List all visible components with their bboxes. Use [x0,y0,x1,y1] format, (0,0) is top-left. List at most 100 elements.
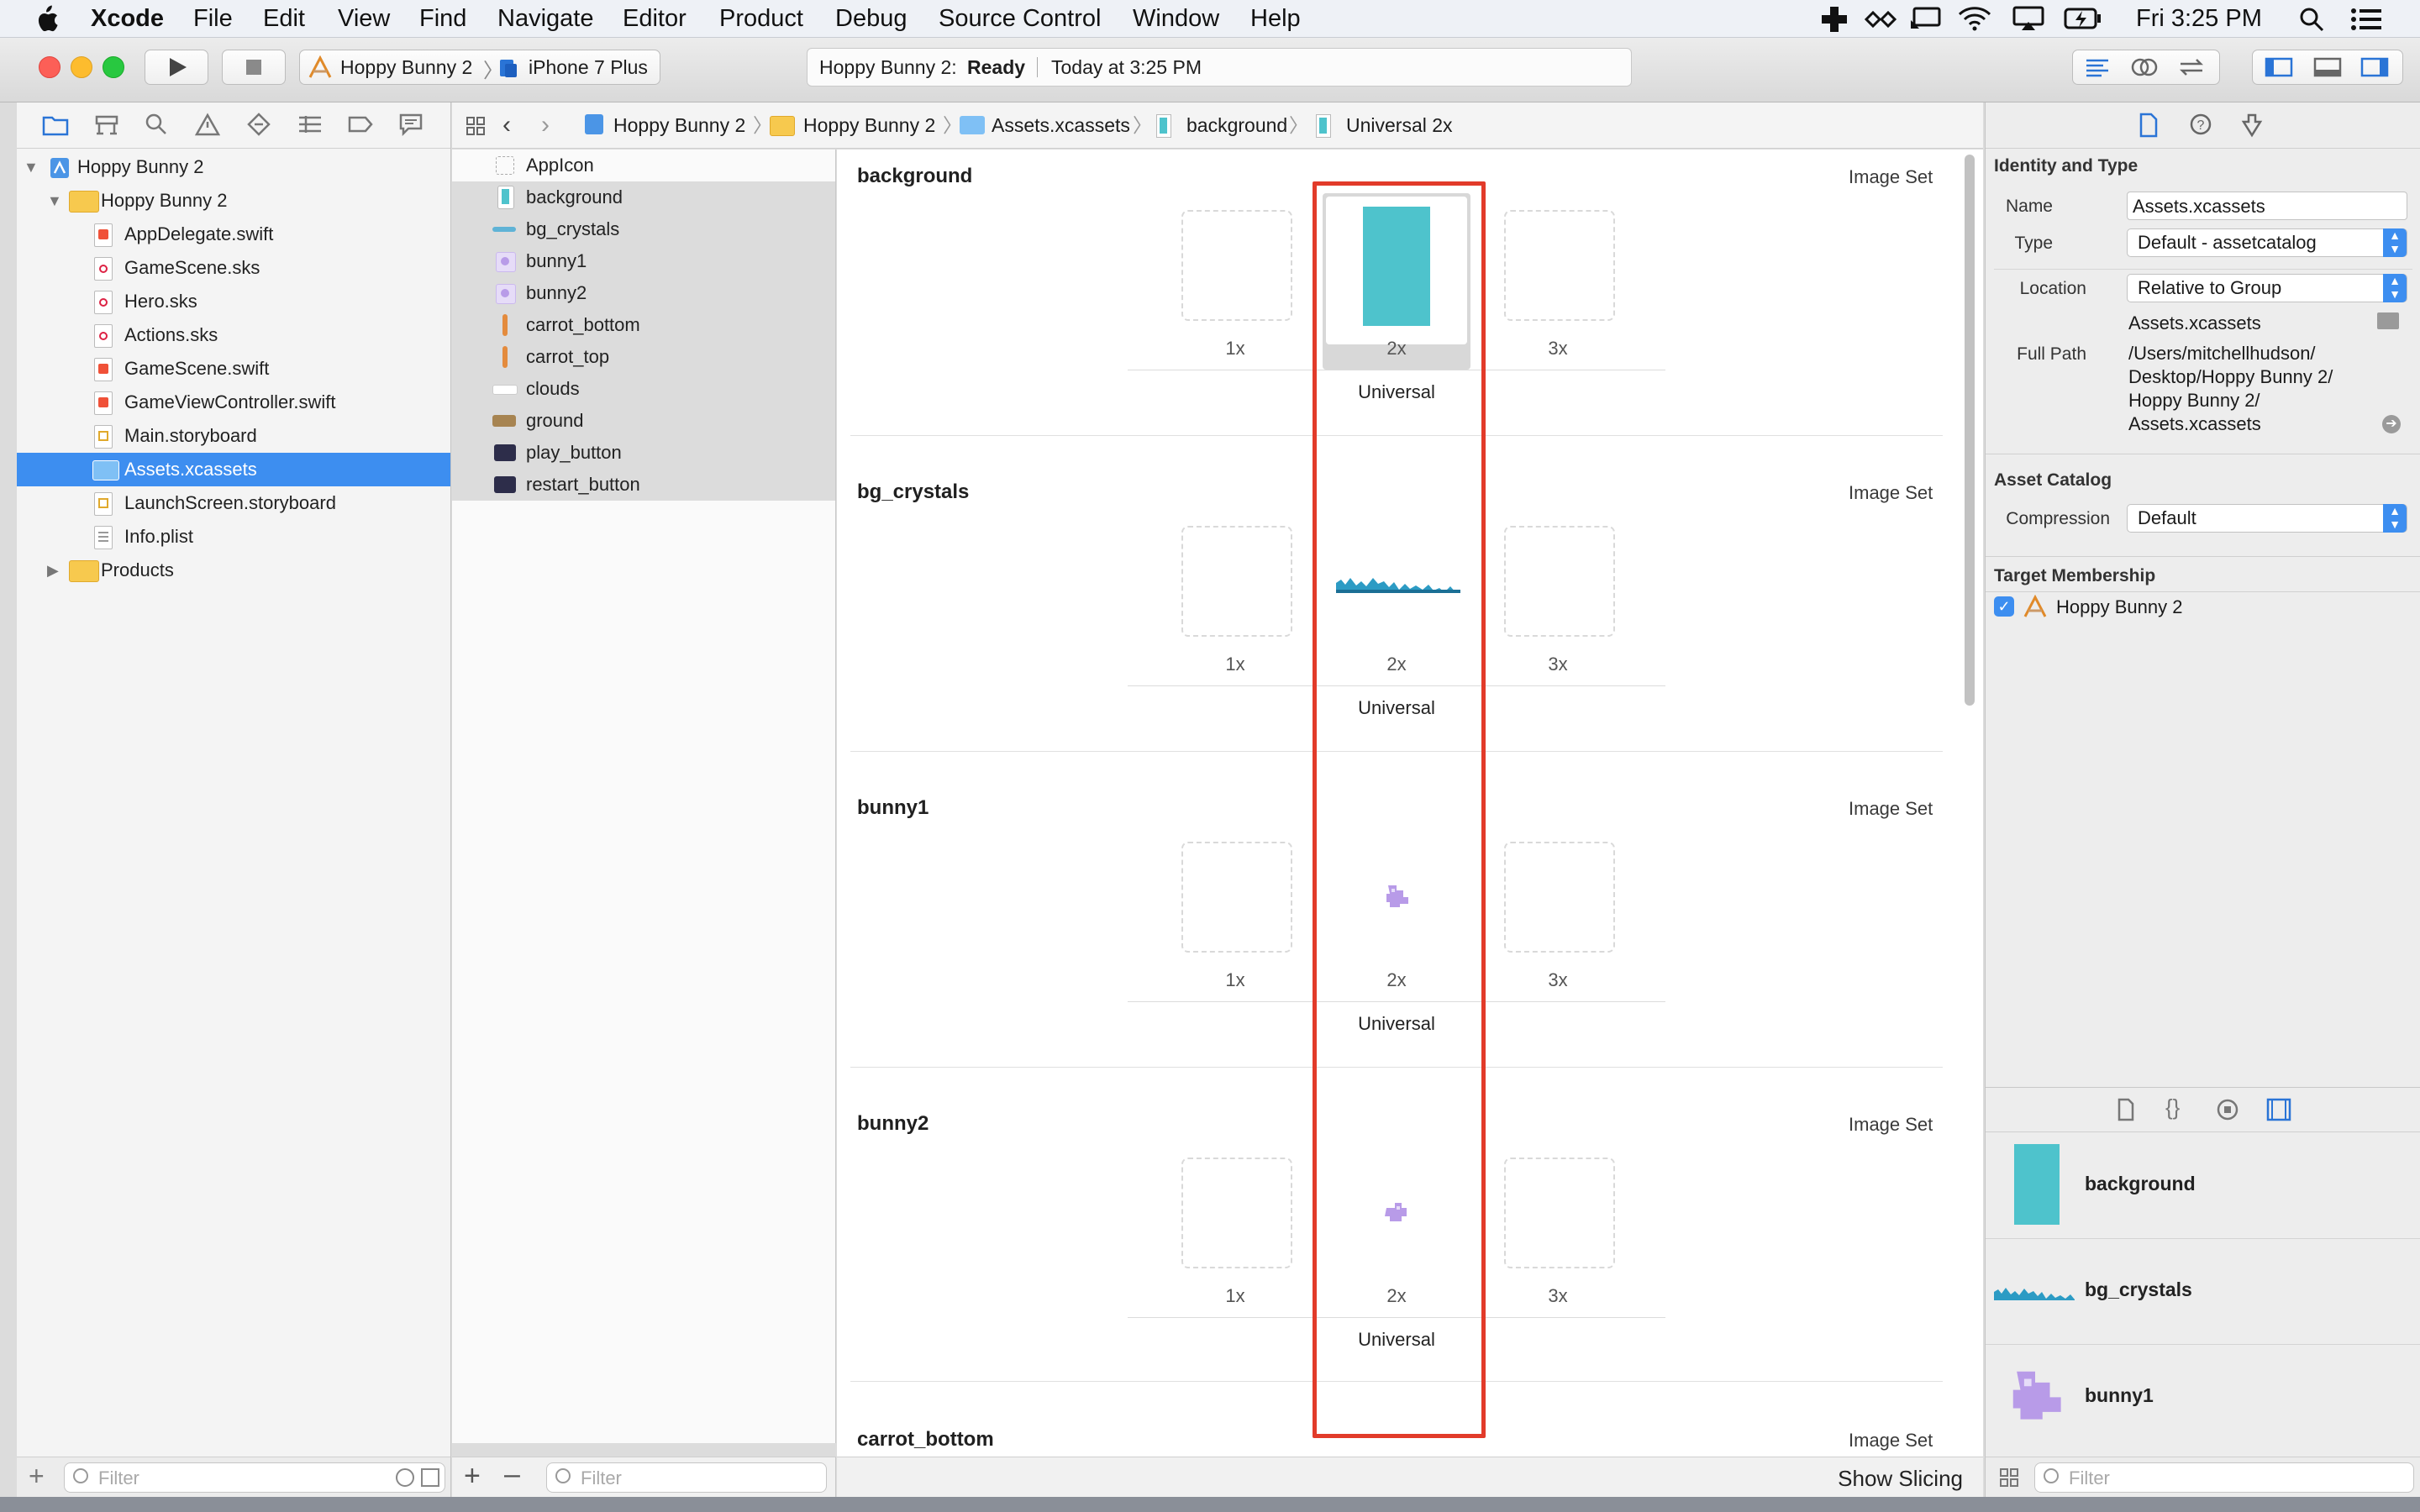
stop-button[interactable] [222,50,286,85]
breadcrumb-catalog[interactable]: Assets.xcassets [992,102,1130,148]
menu-debug[interactable]: Debug [835,0,907,37]
wifi-icon[interactable] [1958,6,1991,31]
asset-row[interactable]: play_button [452,437,835,469]
version-editor-icon[interactable] [2177,57,2206,77]
asset-row[interactable]: bunny1 [452,245,835,277]
asset-row[interactable]: carrot_bottom [452,309,835,341]
menu-edit[interactable]: Edit [263,0,305,37]
symbol-navigator-icon[interactable] [94,114,119,136]
zoom-window-button[interactable] [103,56,124,78]
image-slot-1x[interactable] [1181,526,1292,637]
tree-row-file[interactable]: Hero.sks [17,285,450,318]
attributes-inspector-icon[interactable] [2241,113,2263,138]
asset-row-selected[interactable]: background [452,181,835,213]
image-slot-1x[interactable] [1181,842,1292,953]
target-checkbox[interactable]: ✓ [1994,596,2014,617]
asset-row[interactable]: restart_button [452,469,835,501]
add-file-icon[interactable]: + [29,1461,45,1491]
forward-arrow-icon[interactable]: › [541,102,550,148]
menu-help[interactable]: Help [1250,0,1301,37]
test-navigator-icon[interactable] [247,113,271,136]
asset-row[interactable]: clouds [452,373,835,405]
project-navigator-icon[interactable] [42,114,69,136]
add-asset-button[interactable]: + [464,1461,481,1491]
menu-file[interactable]: File [193,0,233,37]
spotlight-search-icon[interactable] [2299,7,2324,32]
tree-row-file[interactable]: Info.plist [17,520,450,554]
menu-editor[interactable]: Editor [623,0,687,37]
reveal-in-finder-icon[interactable]: ➔ [2382,415,2401,433]
report-navigator-icon[interactable] [398,113,424,136]
grid-view-icon[interactable] [1999,1467,2019,1488]
disclosure-open-icon[interactable]: ▼ [47,184,62,218]
name-field[interactable]: Assets.xcassets [2127,192,2407,220]
tree-row-file[interactable]: GameScene.sks [17,251,450,285]
menu-find[interactable]: Find [419,0,466,37]
asset-filter-input[interactable]: Filter [546,1462,827,1493]
screen-sharing-icon[interactable] [1909,7,1943,32]
tree-row-file[interactable]: Actions.sks [17,318,450,352]
standard-editor-icon[interactable] [2083,57,2112,77]
apple-icon[interactable] [34,5,59,34]
library-filter-input[interactable]: Filter [2034,1462,2414,1493]
navigator-toggle-icon[interactable] [2265,57,2293,77]
file-inspector-icon[interactable] [2139,113,2159,138]
library-item[interactable]: bg_crystals [1986,1238,2420,1345]
scm-status-icon[interactable] [421,1468,439,1487]
tree-row-file[interactable]: AppDelegate.swift [17,218,450,251]
tree-row-file[interactable]: Main.storyboard [17,419,450,453]
battery-icon[interactable] [2064,8,2102,29]
image-slot-3x[interactable] [1504,210,1615,321]
menu-view[interactable]: View [338,0,390,37]
asset-row[interactable]: bunny2 [452,277,835,309]
close-window-button[interactable] [39,56,60,78]
media-library-icon[interactable] [2266,1098,2291,1121]
asset-row[interactable]: AppIcon [452,150,835,181]
airplay-icon[interactable] [2012,6,2045,31]
asset-row[interactable]: carrot_top [452,341,835,373]
scheme-selector[interactable]: Hoppy Bunny 2 〉 iPhone 7 Plus [299,50,660,85]
tree-row-project[interactable]: ▼ Hoppy Bunny 2 [17,150,450,184]
related-items-icon[interactable] [466,116,486,136]
compression-popup[interactable]: Default ▲ ▼ [2127,504,2407,533]
navigator-filter-input[interactable]: Filter [64,1462,445,1493]
notification-center-icon[interactable] [2351,8,2381,30]
breadcrumb-project[interactable]: Hoppy Bunny 2 [613,102,745,148]
menu-window[interactable]: Window [1133,0,1219,37]
issue-navigator-icon[interactable] [195,113,220,136]
editor-scrollbar-thumb[interactable] [1965,155,1975,706]
show-slicing-button[interactable]: Show Slicing [1838,1466,1963,1492]
breadcrumb-image-set[interactable]: background [1186,102,1287,148]
tree-row-file[interactable]: GameViewController.swift [17,386,450,419]
location-popup[interactable]: Relative to Group ▲ ▼ [2127,274,2407,302]
utilities-toggle-icon[interactable] [2360,57,2389,77]
link-icon[interactable] [1864,8,1897,30]
recent-files-icon[interactable] [396,1468,414,1487]
asset-row[interactable]: bg_crystals [452,213,835,245]
breadcrumb-group[interactable]: Hoppy Bunny 2 [803,102,935,148]
image-slot-1x[interactable] [1181,1158,1292,1268]
file-template-library-icon[interactable] [2117,1098,2135,1121]
quick-help-icon[interactable]: ? [2189,113,2212,136]
run-button[interactable] [145,50,208,85]
disclosure-open-icon[interactable]: ▼ [24,150,39,184]
tree-row-file[interactable]: GameScene.swift [17,352,450,386]
debug-navigator-icon[interactable] [297,114,323,134]
debug-area-toggle-icon[interactable] [2313,57,2342,77]
breakpoint-navigator-icon[interactable] [348,114,373,134]
library-item[interactable]: bunny1 [1986,1344,2420,1448]
breadcrumb-slot[interactable]: Universal 2x [1346,102,1453,148]
tree-row-products[interactable]: ▶ Products [17,554,450,587]
menu-app-name[interactable]: Xcode [91,0,164,37]
tree-row-file[interactable]: LaunchScreen.storyboard [17,486,450,520]
assistant-editor-icon[interactable] [2130,55,2159,79]
plus-extension-icon[interactable] [1820,5,1849,34]
find-navigator-icon[interactable] [145,113,168,136]
image-slot-3x[interactable] [1504,842,1615,953]
tree-row-file-selected[interactable]: Assets.xcassets [17,453,450,486]
object-library-icon[interactable] [2216,1098,2239,1121]
minimize-window-button[interactable] [71,56,92,78]
type-popup[interactable]: Default - assetcatalog ▲ ▼ [2127,228,2407,257]
code-snippet-library-icon[interactable]: {} [2165,1095,2180,1121]
image-slot-3x[interactable] [1504,526,1615,637]
